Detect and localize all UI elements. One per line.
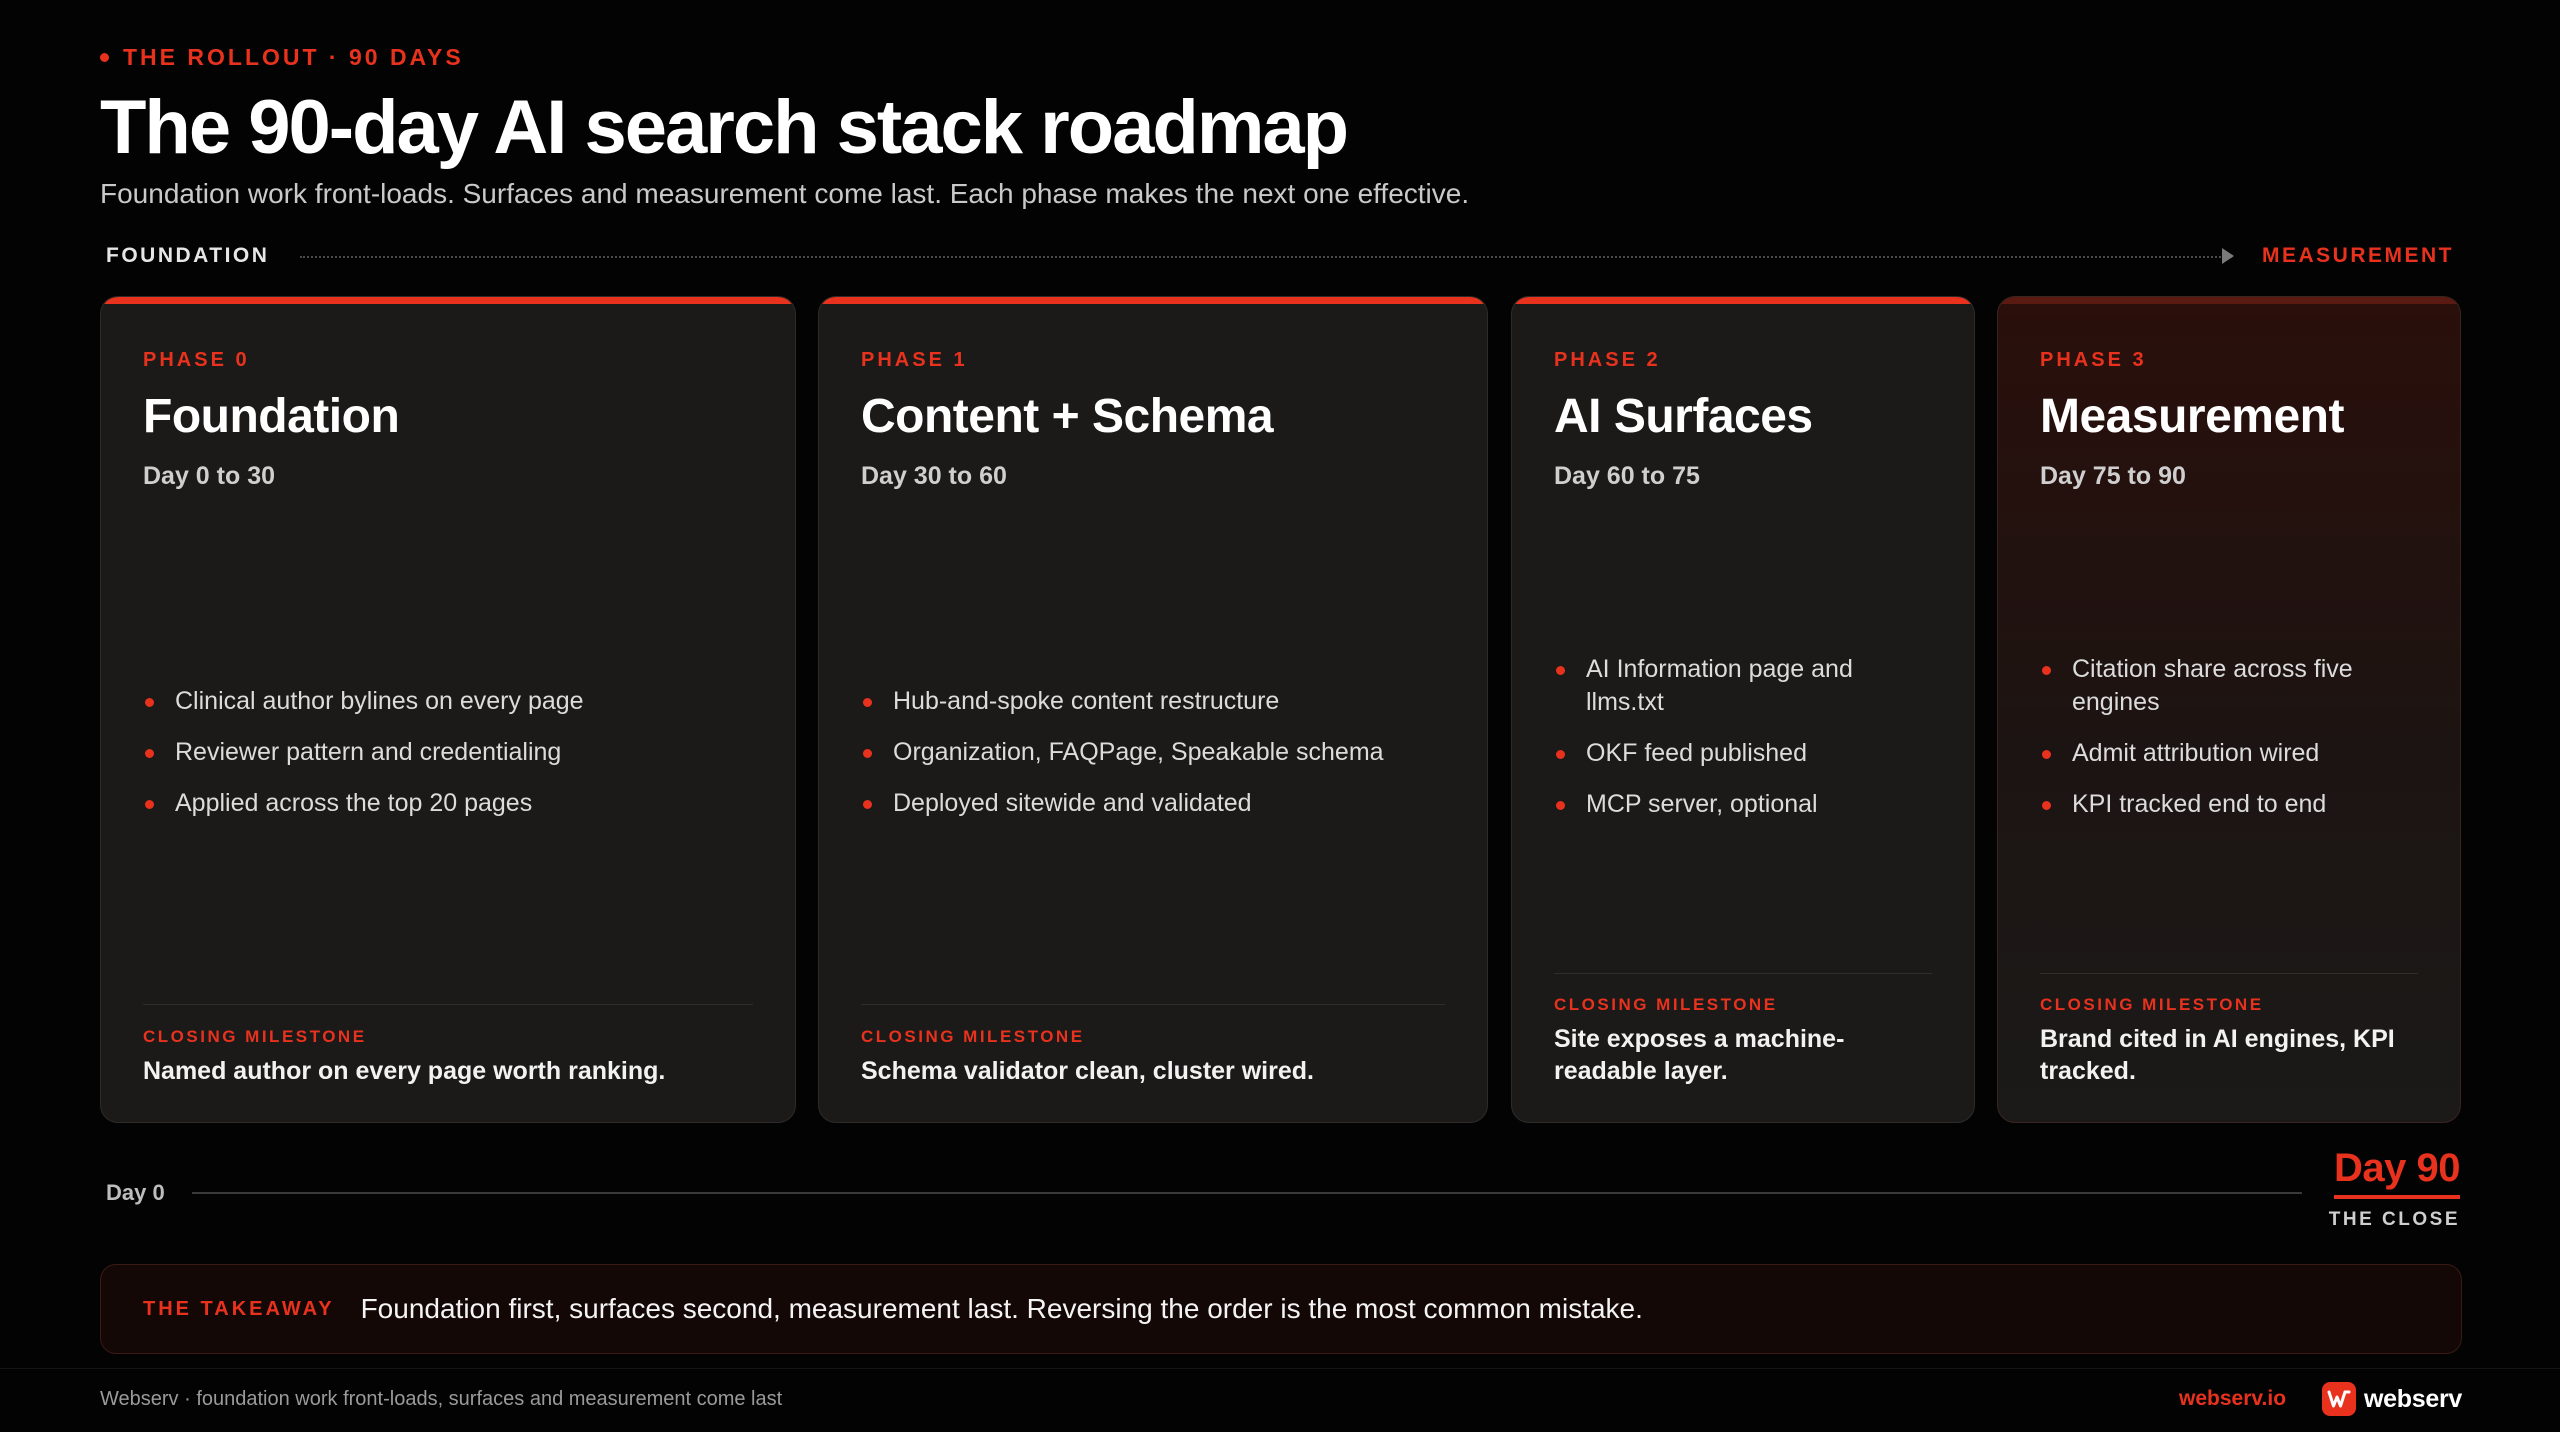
bullet-dot-icon	[145, 749, 154, 758]
bullet-text: Admit attribution wired	[2072, 739, 2320, 767]
bullet-dot-icon	[145, 800, 154, 809]
phase-days: Day 0 to 30	[143, 462, 276, 490]
bullet-text: Clinical author bylines on every page	[175, 687, 584, 715]
phase-name: Foundation	[143, 390, 400, 443]
timeline-end-marker: Day 90 THE CLOSE	[2328, 1146, 2461, 1231]
phase-name: Content + Schema	[861, 390, 1274, 443]
bullet-text: AI Information page and llms.txt	[1586, 655, 1853, 716]
bullet-dot-icon	[863, 698, 872, 707]
bullet-dot-icon	[145, 698, 154, 707]
phase-days: Day 60 to 75	[1554, 462, 1700, 490]
list-item: Organization, FAQPage, Speakable schema	[861, 736, 1445, 769]
brand-name: webserv	[2364, 1384, 2462, 1413]
milestone-divider	[1554, 973, 1932, 974]
bullet-dot-icon	[2042, 666, 2051, 675]
phase-card-content-schema: PHASE 1 Content + Schema Day 30 to 60 Hu…	[818, 296, 1488, 1123]
flow-start-label: FOUNDATION	[106, 244, 270, 267]
phase-bullet-list: Citation share across five engines Admit…	[2040, 653, 2418, 839]
flow-arrow-icon	[2222, 248, 2234, 264]
flow-end-label: MEASUREMENT	[2261, 244, 2454, 267]
phase-bullet-list: Hub-and-spoke content restructure Organi…	[861, 685, 1445, 838]
phase-days: Day 30 to 60	[861, 462, 1007, 490]
footer-divider	[0, 1368, 2560, 1369]
milestone-divider	[2040, 973, 2418, 974]
timeline-end-caption: THE CLOSE	[2328, 1209, 2460, 1230]
phase-flow-axis: FOUNDATION MEASUREMENT	[106, 244, 2454, 270]
milestone-divider	[861, 1004, 1445, 1005]
bullet-text: OKF feed published	[1586, 739, 1807, 767]
bullet-dot-icon	[1556, 750, 1565, 759]
phase-label: PHASE 3	[2040, 349, 2147, 371]
bullet-dot-icon	[863, 749, 872, 758]
roadmap-slide: THE ROLLOUT · 90 DAYS The 90-day AI sear…	[0, 0, 2560, 1432]
bullet-dot-icon	[1556, 801, 1565, 810]
bullet-dot-icon	[2042, 750, 2051, 759]
phase-name: AI Surfaces	[1554, 390, 1813, 443]
bullet-dot-icon	[2042, 801, 2051, 810]
bullet-text: MCP server, optional	[1586, 790, 1818, 818]
bullet-text: Applied across the top 20 pages	[175, 789, 533, 817]
phase-bullet-list: AI Information page and llms.txt OKF fee…	[1554, 653, 1932, 839]
takeaway-banner: THE TAKEAWAY Foundation first, surfaces …	[100, 1264, 2462, 1354]
phase-days: Day 75 to 90	[2040, 462, 2186, 490]
brand-logo: webserv	[2322, 1382, 2462, 1416]
milestone-text: Brand cited in AI engines, KPI tracked.	[2040, 1025, 2395, 1085]
phase-card-foundation: PHASE 0 Foundation Day 0 to 30 Clinical …	[100, 296, 796, 1123]
timeline-end-label: Day 90	[2334, 1146, 2460, 1199]
list-item: MCP server, optional	[1554, 788, 1932, 821]
bullet-text: Reviewer pattern and credentialing	[175, 738, 562, 766]
bullet-text: Deployed sitewide and validated	[893, 789, 1252, 817]
list-item: KPI tracked end to end	[2040, 788, 2418, 821]
bullet-text: Citation share across five engines	[2072, 655, 2353, 716]
bullet-text: KPI tracked end to end	[2072, 790, 2327, 818]
bullet-dot-icon	[1556, 666, 1565, 675]
eyebrow: THE ROLLOUT · 90 DAYS	[100, 44, 464, 71]
list-item: OKF feed published	[1554, 737, 1932, 770]
milestone-divider	[143, 1004, 753, 1005]
phase-label: PHASE 1	[861, 349, 968, 371]
footer-caption: Webserv · foundation work front-loads, s…	[100, 1388, 783, 1410]
list-item: Admit attribution wired	[2040, 737, 2418, 770]
webserv-w-icon	[2327, 1390, 2351, 1408]
webserv-logo-icon	[2322, 1382, 2357, 1416]
bullet-text: Organization, FAQPage, Speakable schema	[893, 738, 1384, 766]
list-item: Citation share across five engines	[2040, 653, 2418, 719]
footer-brand-area: webserv.io webserv	[2179, 1382, 2462, 1416]
footer-site-link[interactable]: webserv.io	[2179, 1387, 2286, 1411]
milestone-text: Schema validator clean, cluster wired.	[861, 1057, 1314, 1085]
page-title: The 90-day AI search stack roadmap	[100, 85, 1349, 170]
bullet-dot-icon	[863, 800, 872, 809]
milestone-label: CLOSING MILESTONE	[1554, 995, 1778, 1014]
list-item: AI Information page and llms.txt	[1554, 653, 1932, 719]
list-item: Clinical author bylines on every page	[143, 685, 753, 718]
takeaway-label: THE TAKEAWAY	[143, 1297, 335, 1320]
eyebrow-dot-icon	[100, 53, 109, 62]
takeaway-text: Foundation first, surfaces second, measu…	[360, 1293, 1643, 1324]
list-item: Deployed sitewide and validated	[861, 787, 1445, 820]
phase-card-measurement: PHASE 3 Measurement Day 75 to 90 Citatio…	[1997, 296, 2461, 1123]
milestone-label: CLOSING MILESTONE	[143, 1027, 367, 1046]
phase-bullet-list: Clinical author bylines on every page Re…	[143, 685, 753, 838]
flow-dotted-line	[300, 256, 2232, 258]
phase-card-ai-surfaces: PHASE 2 AI Surfaces Day 60 to 75 AI Info…	[1511, 296, 1975, 1123]
timeline-start-label: Day 0	[106, 1180, 165, 1205]
list-item: Reviewer pattern and credentialing	[143, 736, 753, 769]
milestone-text: Named author on every page worth ranking…	[143, 1057, 666, 1085]
eyebrow-text: THE ROLLOUT · 90 DAYS	[123, 44, 464, 70]
timeline-line	[192, 1192, 2302, 1194]
phase-name: Measurement	[2040, 390, 2344, 443]
milestone-text: Site exposes a machine-readable layer.	[1554, 1025, 1845, 1085]
list-item: Applied across the top 20 pages	[143, 787, 753, 820]
bullet-text: Hub-and-spoke content restructure	[893, 687, 1280, 715]
page-subtitle: Foundation work front-loads. Surfaces an…	[100, 178, 1470, 209]
phase-label: PHASE 2	[1554, 349, 1661, 371]
milestone-label: CLOSING MILESTONE	[861, 1027, 1085, 1046]
phase-label: PHASE 0	[143, 349, 250, 371]
milestone-label: CLOSING MILESTONE	[2040, 995, 2264, 1014]
list-item: Hub-and-spoke content restructure	[861, 685, 1445, 718]
